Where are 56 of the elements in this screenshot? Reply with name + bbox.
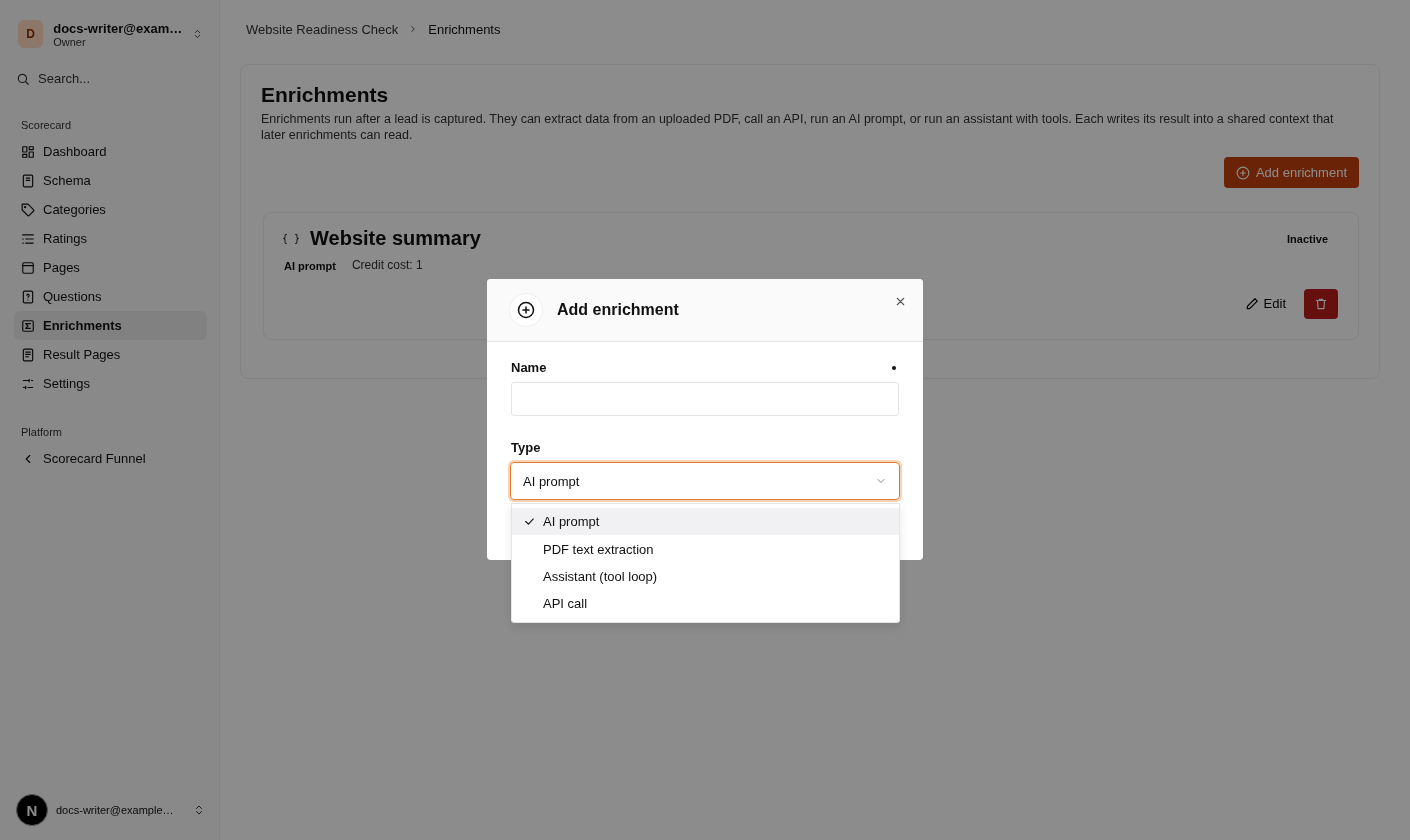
type-tag: AI prompt [282,258,338,274]
window-icon [21,260,35,275]
breadcrumb-item: Enrichments [428,21,501,37]
dropdown-option[interactable]: Assistant (tool loop) [512,562,899,591]
name-field[interactable] [511,382,899,416]
dialog-title: Add enrichment [557,301,679,319]
section-heading: Scorecard [21,119,73,131]
plus-circle-icon [517,301,535,319]
sidebar-item[interactable]: Scorecard Funnel [14,444,207,473]
chevrons-updown-icon [192,28,203,40]
add-enrichment-button[interactable]: Add enrichment [1223,157,1359,188]
pencil-icon [1244,296,1259,311]
page-description: Enrichments run after a lead is captured. They can extract data from an uploaded PDF, call an API, run an AI prompt, or run an assistant with tools. Each writes its result into a shared context that later enrichments can read. [261,111,1335,143]
plus-circle-icon [1235,165,1250,180]
field-label: Type [511,440,541,455]
field-label: Name [511,360,547,375]
sidebar-item[interactable]: Schema [14,166,207,195]
dropdown-option[interactable]: AI prompt [512,508,899,536]
sidebar-item[interactable]: Questions [14,282,207,311]
dropdown-option[interactable]: API call [512,590,899,618]
trash-icon [1314,296,1328,311]
user-name: docs-writer@example… [56,804,175,816]
account-avatar[interactable]: D [18,20,44,48]
braces-label: { } [282,233,301,244]
sidebar-item[interactable]: Enrichments [14,311,207,340]
breadcrumb-item[interactable]: Website Readiness Check [246,21,399,37]
sidebar-item[interactable]: Result Pages [14,340,207,369]
edit-button[interactable]: Edit [1236,288,1294,319]
sidebar-item[interactable]: Ratings [14,224,207,253]
app-logo: N [16,794,48,826]
sidebar-item[interactable]: Pages [14,253,207,282]
receipt-icon [21,347,35,362]
sidebar-item[interactable]: Settings [14,369,207,398]
grid-icon [21,144,35,159]
question-icon [21,289,35,304]
sliders-icon [21,376,35,391]
document-icon [21,173,35,188]
page-title: Enrichments [261,83,390,107]
list-icon [21,231,35,246]
search-field[interactable]: Search... [36,70,200,87]
search-icon [16,71,30,86]
dropdown-option[interactable]: PDF text extraction [512,535,899,563]
type-select[interactable]: AI prompt [510,462,900,500]
sidebar-item[interactable]: Categories [14,195,207,224]
close-icon [894,295,907,308]
status-label: Inactive [1287,232,1328,245]
tag-icon [21,202,35,217]
credit-cost: Credit cost: 1 [351,258,423,274]
sigma-icon [21,318,35,333]
sidebar-item[interactable]: Dashboard [14,137,207,166]
chevrons-updown-icon [193,804,205,816]
delete-button[interactable] [1304,288,1338,319]
section-heading: Platform [21,426,63,438]
enrichment-name: Website summary [310,227,482,250]
account-name: docs-writer@exam… [53,20,183,36]
account-role: Owner [53,35,87,48]
